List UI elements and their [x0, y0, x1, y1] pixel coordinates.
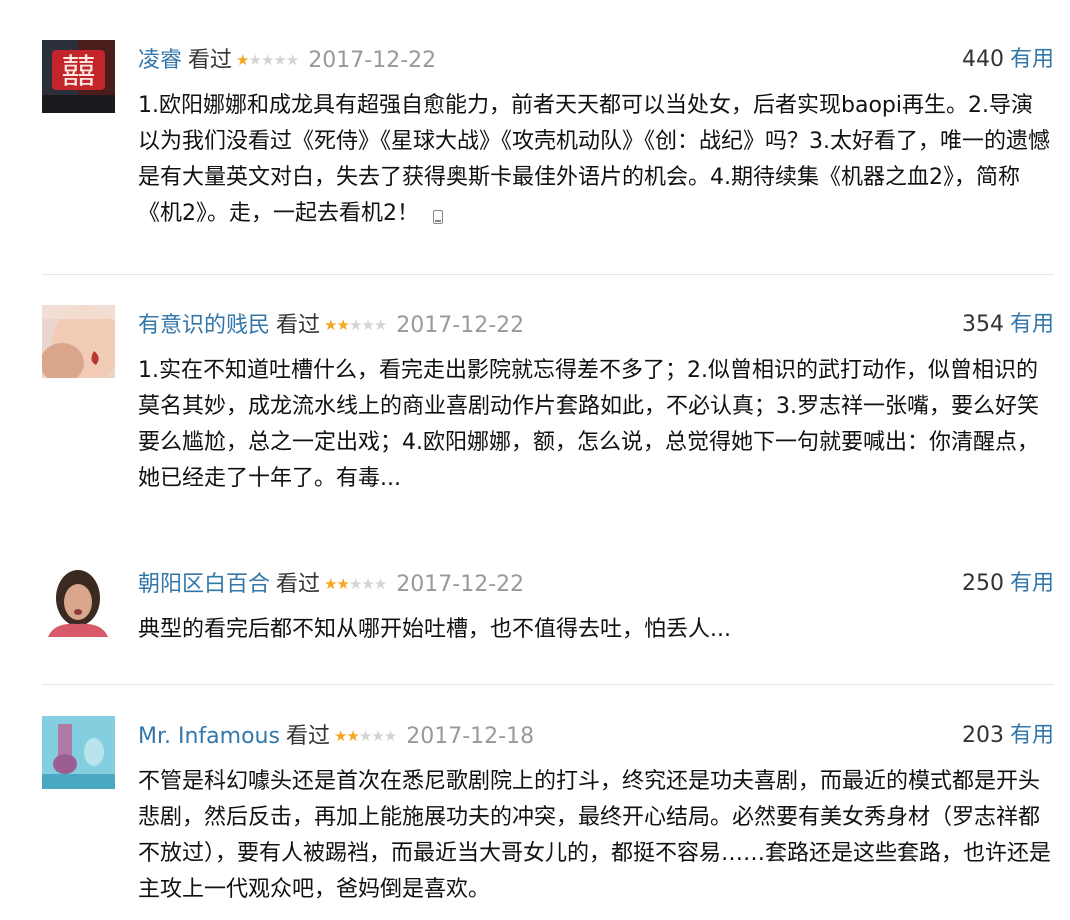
review-text: 1.欧阳娜娜和成龙具有超强自愈能力，前者天天都可以当处女，后者实现baopi再生… — [138, 88, 1054, 232]
vote-count: 354 — [961, 312, 1004, 337]
star-empty-icon: ★ — [383, 727, 397, 745]
review-meta: Mr. Infamous 看过 ★★★★★ 2017-12-18 203 有用 — [138, 716, 1054, 756]
vote-box: 203 有用 — [962, 716, 1054, 756]
rating-stars: ★★★★★ — [333, 716, 397, 756]
review-text-content: 不管是科幻噱头还是首次在悉尼歌剧院上的打斗，终究还是功夫喜剧，而最近的模式都是开… — [138, 769, 1052, 902]
review-text-content: 1.实在不知道吐槽什么，看完走出影院就忘得差不多了；2.似曾相识的武打动作，似曾… — [138, 358, 1039, 491]
review-date: 2017-12-22 — [396, 313, 525, 338]
star-empty-icon: ★ — [361, 575, 374, 593]
vote-count: 203 — [961, 723, 1004, 748]
author-link[interactable]: 有意识的贱民 — [138, 313, 270, 338]
divider — [42, 684, 1054, 685]
review-text-content: 1.欧阳娜娜和成龙具有超强自愈能力，前者天天都可以当处女，后者实现baopi再生… — [138, 93, 1050, 226]
star-empty-icon: ★ — [248, 51, 261, 69]
star-empty-icon: ★ — [348, 575, 362, 593]
vote-box: 440 有用 — [962, 40, 1054, 80]
avatar[interactable] — [42, 716, 115, 789]
svg-text:囍: 囍 — [62, 52, 96, 92]
star-filled-icon: ★ — [333, 727, 347, 745]
review-date: 2017-12-18 — [406, 724, 535, 749]
review-meta: 凌睿 看过 ★★★★★ 2017-12-22 440 有用 — [138, 40, 1054, 80]
watch-status: 看过 — [188, 48, 233, 73]
divider — [42, 274, 1054, 275]
avatar[interactable] — [42, 564, 115, 637]
star-empty-icon: ★ — [361, 316, 374, 334]
review-body: 有意识的贱民 看过 ★★★★★ 2017-12-22 354 有用 1.实在不知道吐槽什… — [138, 305, 1054, 497]
review-body: 朝阳区白百合 看过 ★★★★★ 2017-12-22 250 有用 典型的看完后都不知从… — [138, 564, 1054, 648]
star-empty-icon: ★ — [260, 51, 274, 69]
rating-stars: ★★★★★ — [324, 564, 387, 604]
review-body: 凌睿 看过 ★★★★★ 2017-12-22 440 有用 1.欧阳娜娜和成龙具有超强自… — [138, 40, 1054, 232]
vote-count: 250 — [961, 571, 1004, 596]
star-empty-icon: ★ — [273, 51, 286, 69]
rating-stars: ★★★★★ — [324, 305, 387, 345]
review-text: 1.实在不知道吐槽什么，看完走出影院就忘得差不多了；2.似曾相识的武打动作，似曾… — [138, 353, 1054, 497]
author-link[interactable]: Mr. Infamous — [138, 724, 280, 749]
watch-status: 看过 — [276, 572, 321, 597]
review-text: 不管是科幻噱头还是首次在悉尼歌剧院上的打斗，终究还是功夫喜剧，而最近的模式都是开… — [138, 764, 1054, 908]
star-empty-icon: ★ — [371, 727, 384, 745]
watch-status: 看过 — [276, 313, 321, 338]
useful-button[interactable]: 有用 — [1010, 312, 1054, 337]
phone-icon — [433, 210, 443, 224]
star-filled-icon: ★ — [236, 51, 249, 69]
author-link[interactable]: 朝阳区白百合 — [138, 572, 270, 597]
vote-box: 354 有用 — [962, 305, 1054, 345]
vote-box: 250 有用 — [962, 564, 1054, 604]
useful-button[interactable]: 有用 — [1010, 47, 1054, 72]
star-empty-icon: ★ — [373, 316, 387, 334]
star-filled-icon: ★ — [336, 575, 349, 593]
review-body: Mr. Infamous 看过 ★★★★★ 2017-12-18 203 有用 不管是科… — [138, 716, 1054, 908]
star-filled-icon: ★ — [324, 316, 337, 334]
star-empty-icon: ★ — [348, 316, 362, 334]
review-meta: 朝阳区白百合 看过 ★★★★★ 2017-12-22 250 有用 — [138, 564, 1054, 604]
star-filled-icon: ★ — [346, 727, 359, 745]
review-text-content: 典型的看完后都不知从哪开始吐槽，也不值得去吐，怕丢人... — [138, 617, 731, 642]
watch-status: 看过 — [285, 724, 330, 749]
star-filled-icon: ★ — [324, 575, 337, 593]
star-filled-icon: ★ — [336, 316, 349, 334]
avatar[interactable]: 囍 — [42, 40, 115, 113]
avatar[interactable] — [42, 305, 115, 378]
review-meta: 有意识的贱民 看过 ★★★★★ 2017-12-22 354 有用 — [138, 305, 1054, 345]
review-date: 2017-12-22 — [396, 572, 525, 597]
review-text: 典型的看完后都不知从哪开始吐槽，也不值得去吐，怕丢人... — [138, 612, 1054, 648]
review-date: 2017-12-22 — [308, 48, 437, 73]
author-link[interactable]: 凌睿 — [138, 48, 182, 73]
star-empty-icon: ★ — [373, 575, 387, 593]
star-empty-icon: ★ — [358, 727, 372, 745]
star-empty-icon: ★ — [285, 51, 299, 69]
useful-button[interactable]: 有用 — [1010, 571, 1054, 596]
vote-count: 440 — [961, 47, 1004, 72]
useful-button[interactable]: 有用 — [1010, 723, 1054, 748]
rating-stars: ★★★★★ — [236, 40, 299, 80]
